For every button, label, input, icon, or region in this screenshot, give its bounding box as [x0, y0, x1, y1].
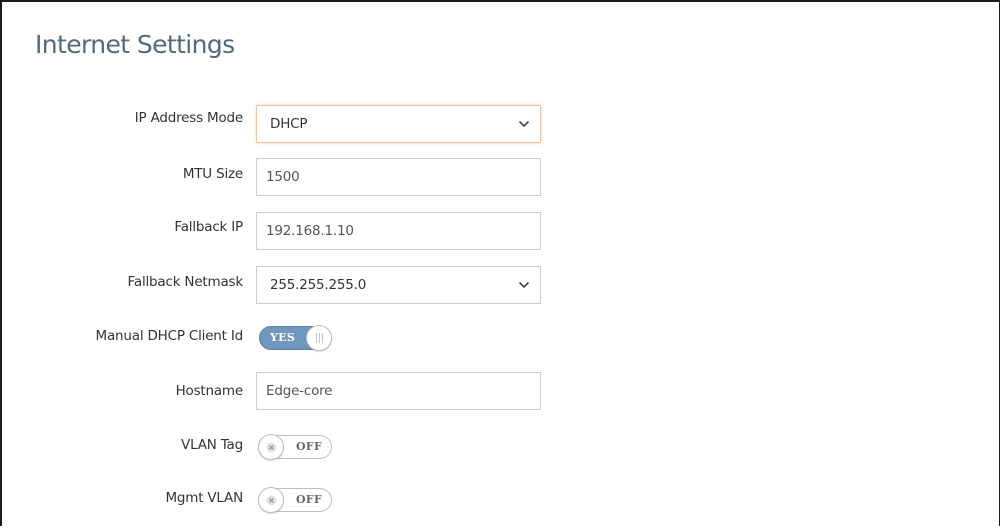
mtu-size-label: MTU Size	[182, 166, 243, 182]
chevron-down-icon	[518, 120, 530, 128]
close-icon	[266, 442, 277, 453]
ip-address-mode-value: DHCP	[270, 116, 308, 132]
manual-dhcp-client-id-toggle[interactable]: YES	[259, 325, 332, 351]
toggle-state-text: OFF	[296, 440, 323, 453]
toggle-state-text: OFF	[296, 493, 323, 506]
settings-panel	[0, 0, 1000, 526]
mgmt-vlan-label: Mgmt VLAN	[165, 490, 243, 506]
chevron-down-icon	[518, 281, 530, 289]
ip-address-mode-select[interactable]: DHCP	[256, 105, 541, 143]
fallback-ip-input[interactable]: 192.168.1.10	[256, 212, 541, 250]
fallback-netmask-select[interactable]: 255.255.255.0	[256, 266, 541, 304]
close-icon	[266, 495, 277, 506]
fallback-netmask-label: Fallback Netmask	[127, 274, 244, 290]
toggle-knob	[258, 434, 284, 460]
mtu-size-value: 1500	[266, 169, 300, 185]
hostname-label: Hostname	[175, 383, 244, 399]
grip-lines-icon	[316, 333, 323, 343]
hostname-value: Edge-core	[266, 383, 333, 399]
ip-address-mode-label: IP Address Mode	[134, 110, 243, 126]
fallback-ip-label: Fallback IP	[174, 219, 243, 235]
fallback-ip-value: 192.168.1.10	[266, 223, 354, 239]
toggle-knob	[258, 487, 284, 513]
hostname-input[interactable]: Edge-core	[256, 372, 541, 410]
vlan-tag-toggle[interactable]: OFF	[258, 434, 332, 460]
toggle-knob	[306, 325, 332, 351]
fallback-netmask-value: 255.255.255.0	[270, 277, 367, 293]
vlan-tag-label: VLAN Tag	[181, 437, 243, 453]
mtu-size-input[interactable]: 1500	[256, 158, 541, 196]
mgmt-vlan-toggle[interactable]: OFF	[258, 487, 332, 513]
page-title: Internet Settings	[35, 30, 235, 59]
toggle-state-text: YES	[270, 331, 296, 344]
manual-dhcp-client-id-label: Manual DHCP Client Id	[95, 328, 244, 344]
